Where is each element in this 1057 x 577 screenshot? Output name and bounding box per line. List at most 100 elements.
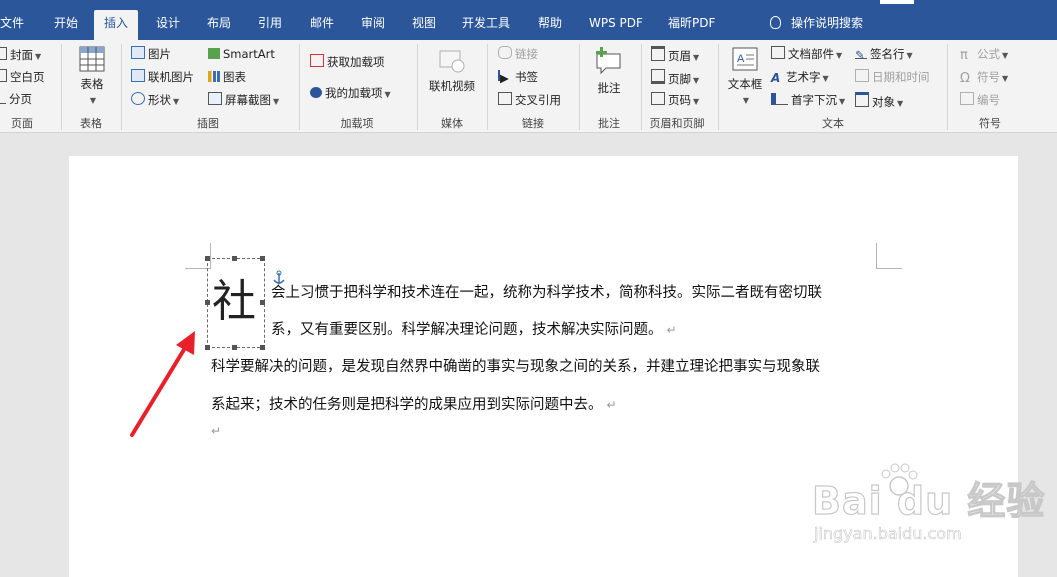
ribbon-insert: 封面 ▼ 空白页 分页 页面 表格 ▼ 表格 图片 联机图片 形状 ▼ SmartAr… bbox=[0, 40, 1057, 133]
blank-page-button[interactable]: 空白页 bbox=[0, 69, 45, 85]
signature-icon: ✎ bbox=[855, 47, 867, 62]
picture-icon bbox=[131, 46, 145, 59]
signature-line-button[interactable]: ✎ 签名行 ▼ bbox=[855, 46, 913, 64]
tab-wps-pdf[interactable]: WPS PDF bbox=[589, 12, 643, 40]
tab-home[interactable]: 开始 bbox=[54, 12, 78, 40]
wordart-icon: A bbox=[771, 71, 781, 85]
tab-references[interactable]: 引用 bbox=[258, 12, 282, 40]
equation-button[interactable]: π 公式 ▼ bbox=[960, 46, 1008, 64]
group-label-addins: 加载项 bbox=[340, 117, 374, 130]
paragraph-2-line-1: 科学要解决的问题，是发现自然界中确凿的事实与现象之间的关系，并建立理论把事实与现… bbox=[211, 359, 820, 375]
quick-parts-icon bbox=[771, 46, 785, 59]
table-icon bbox=[79, 46, 105, 72]
footer-icon bbox=[651, 69, 665, 84]
drop-cap-button[interactable]: 首字下沉 ▼ bbox=[771, 92, 845, 110]
header-button[interactable]: 页眉 ▼ bbox=[651, 46, 699, 66]
symbol-button[interactable]: Ω 符号 ▼ bbox=[960, 69, 1008, 87]
pi-icon: π bbox=[960, 48, 968, 63]
tab-review[interactable]: 审阅 bbox=[361, 12, 385, 40]
empty-paragraph: ↵ bbox=[211, 424, 222, 438]
tab-insert[interactable]: 插入 bbox=[94, 10, 139, 40]
page-break-button[interactable]: 分页 bbox=[0, 91, 32, 107]
header-icon bbox=[651, 46, 665, 61]
link-button[interactable]: 链接 bbox=[498, 46, 538, 62]
online-picture-button[interactable]: 联机图片 bbox=[131, 69, 194, 85]
resize-handle[interactable] bbox=[260, 345, 265, 350]
tab-mailings[interactable]: 邮件 bbox=[310, 12, 334, 40]
paragraph-1-line-1: 会上习惯于把科学和技术连在一起，统称为科学技术，简称科技。实际二者既有密切联 bbox=[271, 285, 822, 301]
resize-handle[interactable] bbox=[232, 345, 237, 350]
my-addins-button[interactable]: 我的加载项 ▼ bbox=[310, 85, 391, 103]
shapes-button[interactable]: 形状 ▼ bbox=[131, 92, 179, 110]
object-icon bbox=[855, 92, 869, 107]
resize-handle[interactable] bbox=[205, 256, 210, 261]
bookmark-button[interactable]: ▶ 书签 bbox=[498, 69, 538, 85]
textbox-button[interactable]: A 文本框 ▼ bbox=[725, 46, 765, 106]
cross-reference-button[interactable]: 交叉引用 bbox=[498, 92, 561, 108]
group-label-pages: 页面 bbox=[11, 117, 33, 130]
group-label-links: 链接 bbox=[522, 117, 544, 130]
tab-developer[interactable]: 开发工具 bbox=[462, 12, 510, 40]
resize-handle[interactable] bbox=[260, 256, 265, 261]
link-icon bbox=[498, 46, 512, 59]
group-separator bbox=[417, 44, 418, 130]
group-label-comments: 批注 bbox=[598, 117, 620, 130]
smartart-button[interactable]: SmartArt bbox=[208, 46, 275, 62]
group-separator bbox=[299, 44, 300, 130]
crop-mark bbox=[876, 243, 877, 269]
crop-mark bbox=[876, 268, 902, 269]
calendar-icon bbox=[855, 69, 869, 82]
group-label-illustrations: 插图 bbox=[197, 117, 219, 130]
numbering-button[interactable]: 编号 bbox=[960, 92, 1000, 108]
picture-button[interactable]: 图片 bbox=[131, 46, 171, 62]
group-label-tables: 表格 bbox=[80, 117, 102, 130]
shapes-icon bbox=[131, 92, 145, 105]
addins-icon bbox=[310, 87, 322, 98]
screenshot-button[interactable]: 屏幕截图 ▼ bbox=[208, 92, 279, 110]
group-label-media: 媒体 bbox=[441, 117, 463, 130]
tab-layout[interactable]: 布局 bbox=[207, 12, 231, 40]
group-separator bbox=[641, 44, 642, 130]
online-video-button[interactable]: 联机视频 bbox=[426, 48, 478, 94]
group-separator bbox=[947, 44, 948, 130]
tell-me-search[interactable]: 操作说明搜索 bbox=[770, 12, 863, 34]
window-edge bbox=[880, 0, 914, 4]
drop-cap-frame[interactable]: 社 bbox=[207, 258, 265, 348]
textbox-icon: A bbox=[732, 47, 758, 71]
group-separator bbox=[61, 44, 62, 130]
resize-handle[interactable] bbox=[260, 300, 265, 305]
tab-design[interactable]: 设计 bbox=[156, 12, 180, 40]
numbering-icon bbox=[960, 92, 974, 105]
tab-file[interactable]: 文件 bbox=[0, 12, 24, 40]
group-separator bbox=[579, 44, 580, 130]
cover-page-button[interactable]: 封面 ▼ bbox=[0, 47, 41, 65]
wordart-button[interactable]: A 艺术字 ▼ bbox=[771, 69, 829, 87]
watermark-brand: Bai du 经验 bbox=[811, 478, 1046, 523]
tab-view[interactable]: 视图 bbox=[412, 12, 436, 40]
footer-button[interactable]: 页脚 ▼ bbox=[651, 69, 699, 89]
date-time-button[interactable]: 日期和时间 bbox=[855, 69, 930, 85]
cover-icon bbox=[0, 47, 7, 60]
bookmark-icon: ▶ bbox=[498, 70, 512, 85]
paragraph-2-line-2: 系起来；技术的任务则是把科学的成果应用到实际问题中去。 ↵ bbox=[211, 397, 617, 413]
paw-icon bbox=[881, 463, 918, 496]
resize-handle[interactable] bbox=[205, 300, 210, 305]
quick-parts-button[interactable]: 文档部件 ▼ bbox=[771, 46, 842, 64]
new-comment-button[interactable]: 批注 bbox=[591, 46, 627, 96]
chart-button[interactable]: 图表 bbox=[208, 69, 246, 85]
page-number-button[interactable]: 页码 ▼ bbox=[651, 92, 699, 110]
chart-icon bbox=[208, 71, 220, 82]
resize-handle[interactable] bbox=[232, 256, 237, 261]
group-label-text: 文本 bbox=[822, 117, 844, 130]
tab-foxit-pdf[interactable]: 福昕PDF bbox=[668, 12, 715, 40]
svg-text:A: A bbox=[737, 53, 745, 65]
paragraph-1-line-2: 系，又有重要区别。科学解决理论问题，技术解决实际问题。 ↵ bbox=[271, 322, 677, 338]
lightbulb-icon bbox=[770, 16, 781, 29]
table-button[interactable]: 表格 ▼ bbox=[74, 46, 110, 106]
group-label-header-footer: 页眉和页脚 bbox=[649, 117, 705, 130]
watermark-url: jingyan.baidu.com bbox=[814, 524, 962, 544]
smartart-icon bbox=[208, 48, 220, 59]
object-button[interactable]: 对象 ▼ bbox=[855, 92, 903, 112]
get-addins-button[interactable]: 获取加载项 bbox=[310, 54, 385, 70]
tab-help[interactable]: 帮助 bbox=[538, 12, 562, 40]
